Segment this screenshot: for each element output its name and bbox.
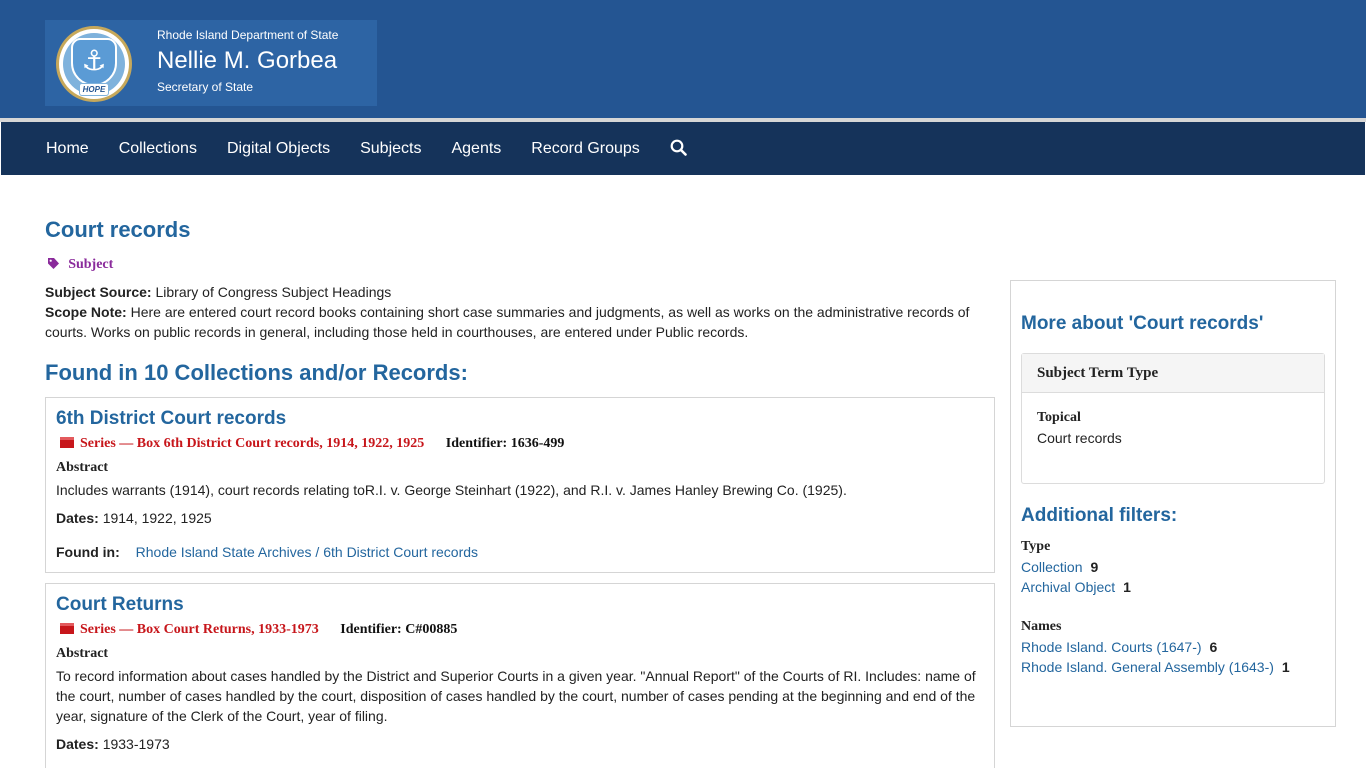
subject-term-type-panel: Subject Term Type Topical Court records — [1021, 353, 1325, 484]
nav-subjects[interactable]: Subjects — [345, 122, 436, 175]
found-in-link-collection[interactable]: 6th District Court records — [323, 544, 478, 560]
tag-icon — [48, 257, 63, 271]
nav-record-groups[interactable]: Record Groups — [516, 122, 655, 175]
seal-hope-text: HOPE — [79, 83, 109, 96]
filter-count: 1 — [1281, 659, 1290, 675]
sidebar: More about 'Court records' Subject Term … — [1010, 280, 1336, 727]
result-dates: Dates: 1933-1973 — [56, 736, 170, 752]
filter-group-heading: Names — [1021, 619, 1062, 634]
archive-box-icon — [60, 437, 74, 448]
badge-label: Subject — [68, 257, 114, 272]
filter-group-type: Type Collection 9 Archival Object 1 — [1021, 537, 1131, 597]
result-card: Court Returns Series — Box Court Returns… — [45, 583, 995, 768]
filter-item: Rhode Island. Courts (1647-) 6 — [1021, 637, 1290, 657]
term-type-label: Topical — [1037, 410, 1081, 425]
site-header: ⚓ HOPE Rhode Island Department of State … — [0, 0, 1366, 118]
more-about-heading: More about 'Court records' — [1021, 313, 1264, 334]
result-dates: Dates: 1914, 1922, 1925 — [56, 510, 212, 526]
subject-metadata: Subject Source: Library of Congress Subj… — [45, 282, 980, 342]
result-series: Series — Box 6th District Court records,… — [60, 436, 564, 452]
found-in-link-archives[interactable]: Rhode Island State Archives — [136, 544, 312, 560]
result-identifier: Identifier: C#00885 — [340, 622, 458, 637]
filter-link-collection[interactable]: Collection — [1021, 559, 1082, 575]
archive-box-icon — [60, 623, 74, 634]
official-role: Secretary of State — [157, 80, 254, 94]
record-type-badge: Subject — [48, 257, 113, 273]
results-heading: Found in 10 Collections and/or Records: — [45, 360, 468, 385]
found-in-separator: / — [311, 544, 324, 560]
filter-link-ri-courts[interactable]: Rhode Island. Courts (1647-) — [1021, 639, 1202, 655]
filter-item: Archival Object 1 — [1021, 577, 1131, 597]
filter-count: 1 — [1123, 579, 1131, 595]
page-title: Court records — [45, 217, 191, 242]
department-name: Rhode Island Department of State — [157, 28, 339, 42]
abstract-text: To record information about cases handle… — [56, 668, 976, 724]
additional-filters-heading: Additional filters: — [1021, 505, 1178, 526]
result-identifier: Identifier: 1636-499 — [445, 436, 565, 451]
nav-home[interactable]: Home — [31, 122, 104, 175]
filter-item: Rhode Island. General Assembly (1643-) 1 — [1021, 657, 1290, 677]
brand-block[interactable]: ⚓ HOPE Rhode Island Department of State … — [45, 20, 377, 106]
scope-note: Scope Note: Here are entered court recor… — [45, 304, 970, 340]
abstract-text: Includes warrants (1914), court records … — [56, 482, 847, 498]
anchor-icon: ⚓ — [81, 44, 107, 77]
found-in: Found in: Rhode Island State Archives / … — [56, 544, 479, 560]
filter-link-archival-object[interactable]: Archival Object — [1021, 579, 1115, 595]
term-type-value: Court records — [1037, 430, 1122, 446]
result-title-link[interactable]: 6th District Court records — [56, 408, 286, 430]
official-name: Nellie M. Gorbea — [157, 47, 338, 74]
filter-group-names: Names Rhode Island. Courts (1647-) 6 Rhod… — [1021, 617, 1290, 677]
search-icon[interactable] — [655, 122, 702, 175]
main-nav: Home Collections Digital Objects Subject… — [1, 122, 1365, 175]
nav-agents[interactable]: Agents — [436, 122, 516, 175]
result-series: Series — Box Court Returns, 1933-1973 Id… — [60, 622, 457, 638]
result-title-link[interactable]: Court Returns — [56, 594, 184, 616]
subject-source: Subject Source: Library of Congress Subj… — [45, 284, 392, 300]
panel-heading: Subject Term Type — [1022, 354, 1324, 393]
filter-group-heading: Type — [1021, 539, 1051, 554]
filter-count: 6 — [1209, 639, 1218, 655]
abstract-heading: Abstract — [56, 646, 109, 661]
filter-item: Collection 9 — [1021, 557, 1131, 577]
filter-link-ri-general-assembly[interactable]: Rhode Island. General Assembly (1643-) — [1021, 659, 1274, 675]
abstract-heading: Abstract — [56, 460, 109, 475]
state-seal-logo: ⚓ HOPE — [56, 26, 132, 102]
nav-digital-objects[interactable]: Digital Objects — [212, 122, 345, 175]
result-card: 6th District Court records Series — Box … — [45, 397, 995, 573]
filter-count: 9 — [1090, 559, 1099, 575]
nav-collections[interactable]: Collections — [104, 122, 212, 175]
